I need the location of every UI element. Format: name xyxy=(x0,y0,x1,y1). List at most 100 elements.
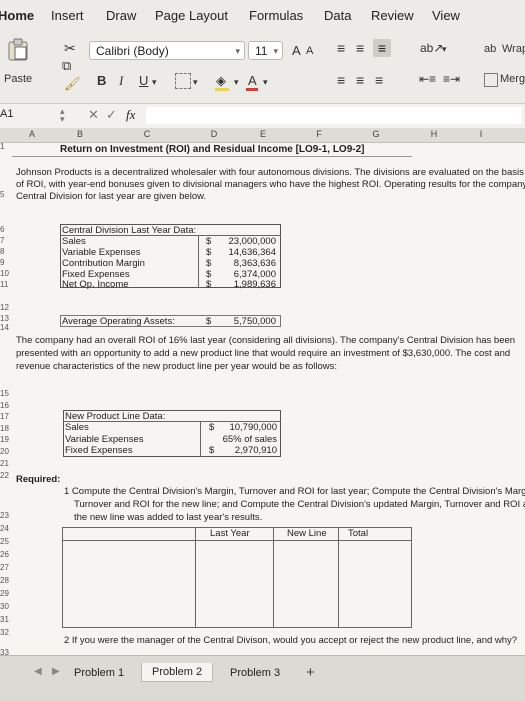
orientation-icon[interactable]: ab↗ xyxy=(420,41,443,55)
column-header-i[interactable]: I xyxy=(467,129,495,139)
tab-data[interactable]: Data xyxy=(324,8,351,23)
question-1-line[interactable]: the new line was added to last year's re… xyxy=(74,512,262,523)
paste-label[interactable]: Paste xyxy=(4,73,32,85)
font-color-dropdown-icon[interactable]: ▾ xyxy=(263,77,268,88)
row-number[interactable]: 6 xyxy=(0,225,12,234)
row-number[interactable]: 18 xyxy=(0,424,12,433)
tab-view[interactable]: View xyxy=(432,8,460,23)
font-color-icon[interactable]: A xyxy=(248,73,257,88)
central-row-label[interactable]: Sales xyxy=(62,236,86,247)
row-number[interactable]: 20 xyxy=(0,447,12,456)
enter-icon[interactable]: ✓ xyxy=(106,107,117,123)
paste-icon[interactable] xyxy=(6,38,32,62)
central-row-label[interactable]: Variable Expenses xyxy=(62,247,141,258)
central-row-value[interactable]: 1,989,636 xyxy=(226,279,276,290)
new-product-table-header[interactable]: New Product Line Data: xyxy=(65,411,165,422)
row-number[interactable]: 25 xyxy=(0,537,12,546)
row-number[interactable]: 5 xyxy=(0,190,12,199)
row-number[interactable]: 14 xyxy=(0,323,12,332)
row-number[interactable]: 10 xyxy=(0,269,12,278)
tab-formulas[interactable]: Formulas xyxy=(249,8,303,23)
underline-button[interactable]: U xyxy=(139,73,148,88)
column-header-h[interactable]: H xyxy=(420,129,448,139)
row-number[interactable]: 29 xyxy=(0,589,12,598)
row-number[interactable]: 9 xyxy=(0,258,12,267)
align-left-icon[interactable]: ≡ xyxy=(337,72,345,88)
intro-line[interactable]: Central Division for last year are given… xyxy=(16,191,206,202)
row-number[interactable]: 13 xyxy=(0,314,12,323)
fill-dropdown-icon[interactable]: ▾ xyxy=(234,77,239,88)
row-number[interactable]: 8 xyxy=(0,247,12,256)
font-size-select[interactable]: 11 ▾ xyxy=(248,41,283,60)
function-icon[interactable]: fx xyxy=(126,107,135,123)
name-box[interactable]: A1 xyxy=(0,108,13,120)
row-number[interactable]: 22 xyxy=(0,471,12,480)
avg-assets-value[interactable]: 5,750,000 xyxy=(226,316,276,327)
row-number[interactable]: 11 xyxy=(0,280,12,289)
formula-input[interactable] xyxy=(146,107,522,124)
tab-page-layout[interactable]: Page Layout xyxy=(155,8,228,23)
column-header-g[interactable]: G xyxy=(362,129,390,139)
row-number[interactable]: 31 xyxy=(0,615,12,624)
new-product-row-label[interactable]: Fixed Expenses xyxy=(65,445,133,456)
sheet-tab-problem-1[interactable]: Problem 1 xyxy=(64,664,134,682)
row-number[interactable]: 24 xyxy=(0,524,12,533)
orientation-dropdown-icon[interactable]: ▾ xyxy=(442,44,447,55)
new-product-row-value[interactable]: 10,790,000 xyxy=(222,422,277,433)
answer-grid[interactable] xyxy=(62,527,412,628)
tab-insert[interactable]: Insert xyxy=(51,8,84,23)
new-product-row-label[interactable]: Sales xyxy=(65,422,89,433)
cut-icon[interactable]: ✂ xyxy=(64,40,76,57)
central-row-value[interactable]: 8,363,636 xyxy=(226,258,276,269)
row-number[interactable]: 17 xyxy=(0,412,12,421)
cancel-icon[interactable]: ✕ xyxy=(88,107,99,123)
sheet-tab-problem-3[interactable]: Problem 3 xyxy=(220,664,290,682)
spreadsheet-grid[interactable]: 1 5 6 7 8 9 10 11 12 13 14 15 16 17 18 1… xyxy=(0,142,525,657)
row-number[interactable]: 32 xyxy=(0,628,12,637)
merge-icon[interactable] xyxy=(484,73,498,87)
avg-assets-label[interactable]: Average Operating Assets: xyxy=(62,316,175,327)
row-number[interactable]: 15 xyxy=(0,389,12,398)
row-number[interactable]: 28 xyxy=(0,576,12,585)
column-header-e[interactable]: E xyxy=(249,129,277,139)
format-painter-icon[interactable]: 🖌 xyxy=(64,76,81,92)
central-table-header[interactable]: Central Division Last Year Data: xyxy=(62,225,196,236)
grow-font-button[interactable]: A xyxy=(292,43,301,58)
row-number[interactable]: 23 xyxy=(0,511,12,520)
italic-button[interactable]: I xyxy=(119,73,123,89)
tab-home[interactable]: Home xyxy=(0,8,34,23)
borders-dropdown-icon[interactable]: ▾ xyxy=(193,77,198,88)
copy-icon[interactable]: ⧉ xyxy=(62,58,71,74)
align-middle-icon[interactable]: ≡ xyxy=(356,40,364,56)
question-1-line[interactable]: 1 Compute the Central Division's Margin,… xyxy=(64,486,525,497)
row-number[interactable]: 30 xyxy=(0,602,12,611)
row-number[interactable]: 12 xyxy=(0,303,12,312)
add-sheet-button[interactable]: + xyxy=(306,664,315,681)
name-box-stepper-icon[interactable]: ▴ ▾ xyxy=(60,107,65,124)
column-header-c[interactable]: C xyxy=(133,129,161,139)
central-row-label[interactable]: Net Op. Income xyxy=(62,279,129,290)
align-center-icon[interactable]: ≡ xyxy=(356,72,364,88)
row-number[interactable]: 16 xyxy=(0,401,12,410)
intro-line[interactable]: Johnson Products is a decentralized whol… xyxy=(16,167,524,178)
row-number[interactable]: 21 xyxy=(0,459,12,468)
row-number[interactable]: 27 xyxy=(0,563,12,572)
answer-header-total[interactable]: Total xyxy=(348,528,368,539)
tab-draw[interactable]: Draw xyxy=(106,8,136,23)
fill-color-icon[interactable]: ◈ xyxy=(216,73,226,89)
column-header-f[interactable]: F xyxy=(305,129,333,139)
decrease-indent-icon[interactable]: ⇤≡ xyxy=(419,72,436,86)
question-1-line[interactable]: Turnover and ROI for the new line; and C… xyxy=(74,499,525,510)
sheet-title[interactable]: Return on Investment (ROI) and Residual … xyxy=(60,144,364,155)
answer-header-new-line[interactable]: New Line xyxy=(287,528,327,539)
shrink-font-button[interactable]: A xyxy=(306,45,313,57)
row-number[interactable]: 26 xyxy=(0,550,12,559)
wrap-text-icon[interactable]: ab xyxy=(484,43,496,55)
row-number[interactable]: 7 xyxy=(0,236,12,245)
increase-indent-icon[interactable]: ≡⇥ xyxy=(443,72,460,86)
merge-label[interactable]: Merge xyxy=(500,73,525,85)
column-header-b[interactable]: B xyxy=(66,129,94,139)
wrap-text-label[interactable]: Wrap xyxy=(502,43,525,55)
borders-icon[interactable] xyxy=(175,73,191,89)
column-header-a[interactable]: A xyxy=(18,129,46,139)
